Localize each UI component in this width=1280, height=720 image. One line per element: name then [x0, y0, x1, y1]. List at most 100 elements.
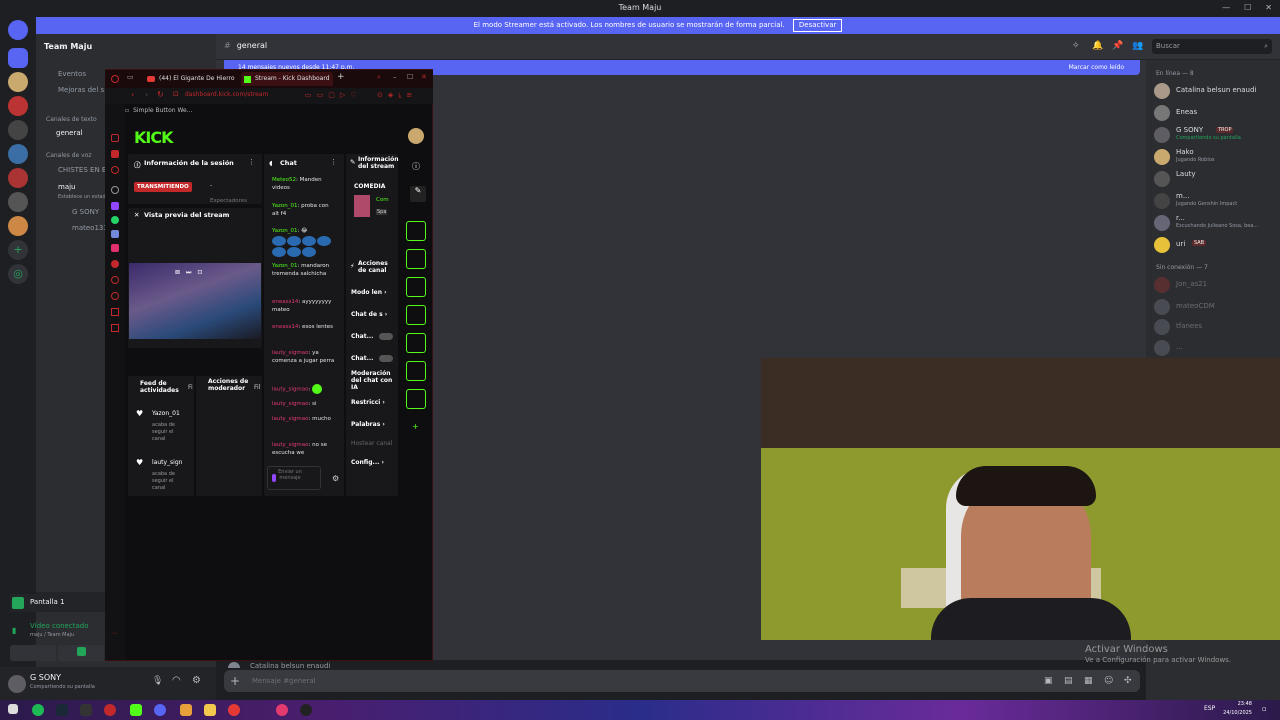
- category-tag[interactable]: Com: [376, 197, 389, 203]
- obs-icon[interactable]: [300, 704, 312, 716]
- category-voice[interactable]: Canales de voz: [46, 152, 92, 159]
- sidebar-icon[interactable]: [111, 324, 119, 332]
- sidebar-icon[interactable]: [111, 166, 119, 174]
- members-icon[interactable]: 👥: [1132, 41, 1143, 51]
- chat-user[interactable]: Yazon_01: [272, 203, 297, 209]
- action-chat-toggle[interactable]: Chat...: [351, 355, 394, 362]
- channel-general[interactable]: general: [56, 129, 83, 137]
- bookmark-link[interactable]: Simple Button We...: [133, 107, 192, 114]
- member-item[interactable]: Eneas: [1154, 104, 1278, 122]
- search-icon[interactable]: ⌕: [377, 73, 381, 82]
- member-item[interactable]: ...: [1154, 339, 1278, 357]
- pencil-icon[interactable]: ✎: [410, 186, 426, 202]
- action-host[interactable]: Hostear canal: [351, 440, 393, 447]
- maximize-icon[interactable]: ☐: [407, 73, 413, 81]
- sticker-icon[interactable]: ▦: [1084, 670, 1093, 692]
- quick-action-button[interactable]: [406, 249, 426, 269]
- settings-icon[interactable]: [111, 186, 119, 194]
- emoji-icon[interactable]: ☺: [1104, 670, 1113, 692]
- action-chat-toggle[interactable]: Chat...: [351, 333, 394, 340]
- language-indicator[interactable]: ESP: [1204, 705, 1215, 712]
- discord-home-icon[interactable]: [8, 20, 28, 40]
- lock-icon[interactable]: ⊡: [173, 90, 179, 98]
- sidebar-icon[interactable]: [111, 150, 119, 158]
- tab-list-icon[interactable]: ▭: [127, 73, 134, 81]
- member-item[interactable]: m... Jugando Genshin Impact: [1154, 192, 1278, 210]
- sidebar-icon[interactable]: [111, 260, 119, 268]
- whatsapp-icon[interactable]: [111, 216, 119, 224]
- chat-user[interactable]: eneass14: [272, 299, 298, 305]
- preview-close-icon[interactable]: ✕: [134, 211, 139, 219]
- action-chat-subs[interactable]: Chat de s ›: [351, 311, 387, 318]
- apps-icon[interactable]: ✣: [1124, 670, 1132, 692]
- filter-button[interactable]: Fil: [254, 384, 260, 391]
- member-item[interactable]: Hako Jugando Roblox: [1154, 148, 1278, 166]
- chat-user[interactable]: lauty_sigmao: [272, 350, 309, 356]
- gif-icon[interactable]: ▤: [1064, 670, 1073, 692]
- extensions-icons[interactable]: ▭▭▢▷♡: [305, 91, 362, 99]
- chat-user[interactable]: lauty_sigmao: [272, 401, 309, 407]
- sidebar-icon[interactable]: [111, 134, 119, 142]
- app-icon[interactable]: [130, 704, 142, 716]
- channel-jokes[interactable]: CHISTES EN E: [58, 166, 106, 174]
- voice-status[interactable]: Vídeo conectado: [30, 622, 88, 630]
- language-tag[interactable]: Spa: [376, 209, 388, 215]
- app-icon[interactable]: [80, 704, 92, 716]
- new-tab-icon[interactable]: +: [337, 72, 345, 82]
- server-icon[interactable]: [8, 216, 28, 236]
- search-input[interactable]: Buscar ⌕: [1152, 39, 1272, 54]
- activity-user[interactable]: Yazon_01: [152, 410, 180, 417]
- member-item[interactable]: Catalina belsun enaudi: [1154, 82, 1278, 100]
- toolbar-icons[interactable]: ⊙◈⤓≡: [377, 91, 417, 100]
- tab-youtube[interactable]: (44) El Gigante De Hierro: [145, 72, 237, 86]
- camera-off-button[interactable]: [10, 645, 56, 661]
- reload-icon[interactable]: ↻: [157, 90, 164, 99]
- activity-user[interactable]: lauty_sign: [152, 459, 190, 466]
- quick-action-button[interactable]: [406, 221, 426, 241]
- kick-logo[interactable]: KICK: [134, 128, 173, 147]
- folder-icon[interactable]: [204, 704, 216, 716]
- toggle-switch[interactable]: [379, 333, 394, 340]
- action-slow-mode[interactable]: Modo len ›: [351, 289, 387, 296]
- close-icon[interactable]: ✕: [1265, 0, 1272, 16]
- voice-user[interactable]: G SONY: [72, 208, 99, 216]
- quick-action-button[interactable]: [406, 361, 426, 381]
- server-icon[interactable]: [8, 72, 28, 92]
- quick-action-button[interactable]: [406, 305, 426, 325]
- explore-icon[interactable]: ◎: [8, 264, 28, 284]
- action-ai-moderation[interactable]: Moderación del chat con IA: [351, 370, 395, 391]
- member-item[interactable]: r... Escuchando Julieano Sosa, bea...: [1154, 214, 1278, 232]
- server-icon[interactable]: [8, 144, 28, 164]
- app-icon[interactable]: [276, 704, 288, 716]
- server-icon[interactable]: [8, 168, 28, 188]
- gear-icon[interactable]: ⚙: [192, 675, 201, 686]
- more-icon[interactable]: ⋯: [111, 630, 117, 637]
- tab-kick-dashboard[interactable]: Stream - Kick Dashboard: [241, 72, 333, 86]
- bell-icon[interactable]: 🔔: [1092, 41, 1103, 51]
- quick-action-button[interactable]: [406, 389, 426, 409]
- member-item[interactable]: Jon_as21: [1154, 276, 1278, 294]
- member-item[interactable]: G SONY TROP Compartiendo su pantalla: [1154, 126, 1278, 144]
- info-icon[interactable]: ⓘ: [412, 161, 420, 172]
- category-text[interactable]: Canales de texto: [46, 116, 97, 123]
- player-controls[interactable]: ⊠⏭⊡: [175, 269, 208, 277]
- chat-input[interactable]: Enviar un mensaje: [267, 466, 321, 490]
- chat-user[interactable]: Yazon_01: [272, 228, 297, 234]
- threads-icon[interactable]: ✧: [1072, 41, 1080, 51]
- chat-user[interactable]: eneass14: [272, 324, 298, 330]
- twitch-icon[interactable]: [111, 202, 119, 210]
- instagram-icon[interactable]: [111, 244, 119, 252]
- quick-action-button[interactable]: [406, 333, 426, 353]
- more-icon[interactable]: ⋮: [248, 158, 255, 166]
- server-name[interactable]: Team Maju: [44, 42, 92, 51]
- member-item[interactable]: tfanees: [1154, 318, 1278, 336]
- member-item[interactable]: mateoCDM: [1154, 298, 1278, 316]
- screen-share-panel[interactable]: Pantalla 1: [10, 594, 104, 612]
- action-banned-words[interactable]: Palabras ›: [351, 421, 385, 428]
- opera-icon[interactable]: [104, 704, 116, 716]
- member-item[interactable]: Lauty: [1154, 170, 1278, 188]
- server-icon-team-maju[interactable]: [8, 48, 28, 68]
- sidebar-icon[interactable]: [111, 292, 119, 300]
- forward-icon[interactable]: ›: [145, 90, 148, 99]
- close-icon[interactable]: ✕: [421, 73, 427, 81]
